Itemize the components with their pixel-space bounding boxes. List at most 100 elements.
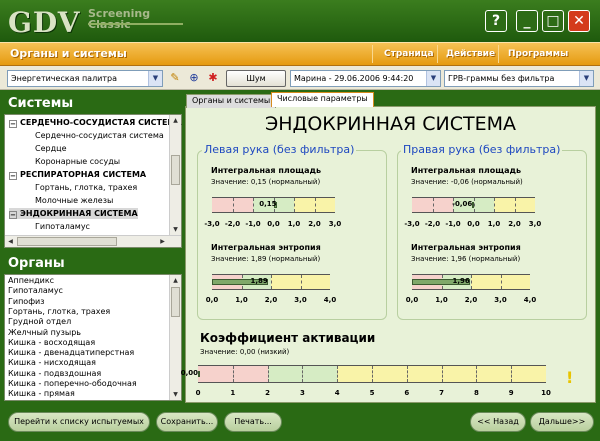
- scroll-up-icon[interactable]: ▲: [170, 275, 181, 286]
- collapse-toggle-icon[interactable]: −: [9, 211, 17, 219]
- systems-tree-item[interactable]: Сердечно-сосудистая система: [35, 130, 164, 141]
- menu-item-action[interactable]: Действие: [446, 49, 495, 59]
- maximize-icon[interactable]: □: [542, 10, 564, 32]
- left-area-ticks: -3,0 -2,0 -1,0 0,0 1,0 2,0 3,0: [204, 220, 341, 230]
- gauge-tick-label: 5: [369, 389, 375, 397]
- organs-list-item[interactable]: Кишка - поперечно-ободочная: [8, 379, 137, 389]
- noise-button[interactable]: Шум: [226, 70, 286, 87]
- systems-tree-item[interactable]: − РЕСПИРАТОРНАЯ СИСТЕМА: [9, 169, 146, 180]
- save-button[interactable]: Сохранить...: [156, 412, 218, 432]
- organs-list-item[interactable]: Кишка - восходящая: [8, 338, 95, 348]
- scroll-thumb[interactable]: [171, 287, 180, 317]
- tab-organs-systems[interactable]: Органы и системы: [186, 94, 277, 108]
- app-logo-subtitle: ScreeningClassic: [88, 8, 150, 30]
- gauge-tick-label: -1,0: [245, 220, 261, 228]
- left-area-gauge: 0,15: [212, 197, 335, 213]
- right-hand-box: [397, 150, 587, 320]
- gauge-gridline: [372, 366, 373, 382]
- systems-vscrollbar[interactable]: ▲ ▼: [169, 115, 181, 235]
- scroll-up-icon[interactable]: ▲: [170, 115, 181, 126]
- palette-select[interactable]: Энергетическая палитра ▼: [7, 70, 163, 87]
- systems-tree-item[interactable]: Гортань, глотка, трахея: [35, 182, 137, 193]
- gauge-tick-label: 9: [508, 389, 514, 397]
- subject-select[interactable]: Марина - 29.06.2006 9:44:20 ▼: [290, 70, 441, 87]
- gauge-gridline: [441, 366, 443, 382]
- organs-list-item[interactable]: Кишка - двенадцатиперстная: [8, 348, 134, 358]
- organs-list-item[interactable]: Аппендикс: [8, 276, 54, 286]
- organs-list-item[interactable]: Гипофиз: [8, 297, 45, 307]
- systems-tree-item-label: ЭНДОКРИННАЯ СИСТЕМА: [20, 209, 138, 218]
- next-button[interactable]: Дальше>>: [530, 412, 594, 432]
- organs-vscrollbar[interactable]: ▲ ▼: [169, 275, 181, 400]
- scroll-right-icon[interactable]: ▶: [157, 236, 168, 247]
- organs-list-item[interactable]: Кишка - нисходящая: [8, 358, 96, 368]
- scroll-thumb[interactable]: [17, 237, 117, 246]
- close-icon[interactable]: ✕: [568, 10, 590, 32]
- systems-tree-item[interactable]: − ЭНДОКРИННАЯ СИСТЕМА: [9, 208, 138, 219]
- scroll-down-icon[interactable]: ▼: [170, 224, 181, 235]
- organs-list-item[interactable]: Желчный пузырь: [8, 328, 81, 338]
- right-hand-heading: Правая рука (без фильтра): [401, 143, 563, 156]
- right-area-gauge: -0,06: [412, 197, 535, 213]
- scroll-thumb[interactable]: [171, 155, 180, 185]
- gauge-gridline: [432, 198, 434, 212]
- palette-tool-icon[interactable]: ✎: [167, 70, 183, 86]
- right-entropy-ticks: 0,0 1,0 2,0 3,0 4,0: [406, 296, 536, 306]
- target-icon[interactable]: ⊕: [186, 70, 202, 86]
- tab-numeric-parameters[interactable]: Числовые параметры: [271, 92, 374, 107]
- systems-tree-item-label: Сердечно-сосудистая система: [35, 131, 164, 140]
- gauge-value-label: -0,06: [452, 200, 473, 208]
- gauge-tick-label: 0,0: [467, 220, 480, 228]
- gauge-tick-label: 0: [195, 389, 201, 397]
- systems-tree-item[interactable]: − СЕРДЕЧНО-СОСУДИСТАЯ СИСТЕМА: [9, 117, 182, 128]
- gauge-gridline: [337, 366, 339, 382]
- organs-list-item[interactable]: Кишка - подвздошная: [8, 369, 101, 379]
- left-hand-box: [197, 150, 387, 320]
- gauge-gridline: [294, 198, 295, 212]
- gauge-value-label: 1,89: [250, 277, 268, 285]
- menu-separator: [498, 45, 499, 63]
- systems-tree-item-label: СЕРДЕЧНО-СОСУДИСТАЯ СИСТЕМА: [20, 118, 182, 127]
- go-to-subjects-button[interactable]: Перейти к списку испытуемых: [8, 412, 150, 432]
- gauge-gridline: [300, 275, 302, 289]
- gauge-tick-label: -2,0: [424, 220, 441, 228]
- minimize-icon[interactable]: _: [516, 10, 538, 32]
- systems-tree-item[interactable]: Коронарные сосуды: [35, 156, 120, 167]
- gauge-tick-label: 4,0: [523, 296, 537, 304]
- gauge-indicator: [472, 202, 475, 208]
- collapse-toggle-icon[interactable]: −: [9, 120, 17, 128]
- scroll-left-icon[interactable]: ◀: [5, 236, 16, 247]
- organs-list-item[interactable]: Грудной отдел: [8, 317, 71, 327]
- organs-list-item[interactable]: Гортань, глотка, трахея: [8, 307, 110, 317]
- activation-value: Значение: 0,00 (низкий): [200, 348, 290, 356]
- systems-tree-item[interactable]: Молочные железы: [35, 195, 113, 206]
- gauge-tick-label: 0,0: [405, 296, 419, 304]
- gauge-gridline: [471, 275, 472, 289]
- filter-select[interactable]: ГРВ-граммы без фильтра ▼: [444, 70, 594, 87]
- organs-list-item[interactable]: Гипоталамус: [8, 286, 63, 296]
- gauge-gridline: [271, 275, 272, 289]
- page-title: Органы и системы: [10, 47, 127, 60]
- gauge-tick-label: 3,0: [294, 296, 307, 304]
- alert-icon: !: [566, 368, 574, 387]
- gauge-tick-label: 6: [404, 389, 410, 397]
- systems-tree-item[interactable]: Гипоталамус: [35, 221, 90, 232]
- subject-select-value: Марина - 29.06.2006 9:44:20: [294, 74, 414, 83]
- menu-item-page[interactable]: Страница: [384, 49, 434, 59]
- activation-label: Коэффициент активации: [200, 331, 376, 345]
- gauge-tick-label: 1,0: [435, 296, 448, 304]
- systems-tree-item[interactable]: Сердце: [35, 143, 66, 154]
- systems-tree-item-label: Гортань, глотка, трахея: [35, 183, 138, 192]
- star-icon[interactable]: ✱: [205, 70, 221, 86]
- help-icon[interactable]: ?: [485, 10, 507, 32]
- menu-item-programs[interactable]: Программы: [508, 49, 568, 59]
- systems-hscrollbar[interactable]: ◀ ▶: [5, 235, 181, 247]
- print-button[interactable]: Печать...: [224, 412, 282, 432]
- collapse-toggle-icon[interactable]: −: [9, 172, 17, 180]
- system-title: ЭНДОКРИННАЯ СИСТЕМА: [264, 113, 517, 135]
- gauge-value-label: 0,00: [180, 369, 198, 377]
- scroll-down-icon[interactable]: ▼: [170, 389, 181, 400]
- back-button[interactable]: << Назад: [470, 412, 526, 432]
- organs-list-item[interactable]: Кишка - прямая: [8, 389, 75, 399]
- organs-list: Аппендикс Гипоталамус Гипофиз Гортань, глот…: [4, 274, 182, 401]
